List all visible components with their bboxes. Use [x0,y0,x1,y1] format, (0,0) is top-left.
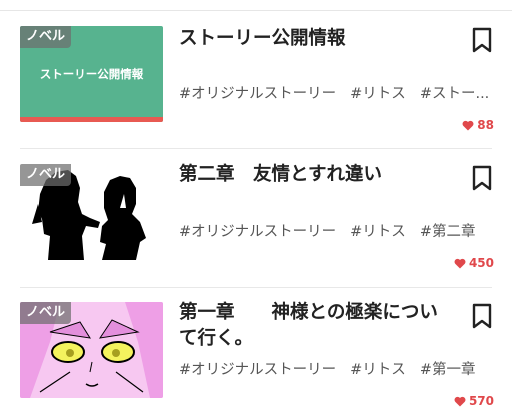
story-thumbnail[interactable]: ストーリー公開情報 ノベル [20,26,163,122]
like-count-value: 88 [477,118,494,132]
tag-list: #オリジナルストーリー #リトス #ストー... [179,82,489,104]
top-divider [0,10,512,11]
like-count-value: 450 [468,256,494,270]
thumbnail-caption: ストーリー公開情報 [39,67,144,81]
tag-link[interactable]: #第一章 [420,358,476,379]
story-title-line: 第一章 神様との極楽につい [179,302,438,323]
tag-list: #オリジナルストーリー #リトス #第一章 [179,358,489,380]
tag-list: #オリジナルストーリー #リトス #第二章 [179,220,489,242]
story-list-item[interactable]: ノベル 第二章 友情とすれ違い #オリジナルストーリー #リトス #第二章 450 [0,150,512,286]
item-divider [20,148,492,149]
story-title-line: て行く。 [179,328,254,349]
heart-icon [454,396,466,406]
bookmark-outline-icon[interactable] [470,302,494,330]
tag-link[interactable]: #オリジナルストーリー [179,82,336,103]
story-title[interactable]: 第二章 友情とすれ違い [179,162,444,188]
story-title[interactable]: 第一章 神様との極楽につい て行く。 [179,300,444,352]
novel-badge: ノベル [20,164,72,186]
story-list-item[interactable]: ノベル 第一章 神様との極楽につい て行く。 #オリジナルストーリー #リトス #第… [0,288,512,419]
heart-icon [462,120,474,130]
story-thumbnail[interactable]: ノベル [20,164,163,260]
tag-link[interactable]: #ストー... [420,82,489,103]
like-count: 570 [454,394,494,408]
like-count: 450 [454,256,494,270]
bookmark-outline-icon[interactable] [470,26,494,54]
like-count: 88 [462,118,494,132]
novel-badge: ノベル [20,302,72,324]
story-title[interactable]: ストーリー公開情報 [179,26,444,52]
tag-link[interactable]: #リトス [350,358,406,379]
tag-link[interactable]: #オリジナルストーリー [179,220,336,241]
heart-icon [454,258,466,268]
tag-link[interactable]: #リトス [350,220,406,241]
tag-link[interactable]: #オリジナルストーリー [179,358,336,379]
like-count-value: 570 [468,394,494,408]
story-thumbnail[interactable]: ノベル [20,302,163,398]
thumbnail-accent-bar [20,117,163,122]
tag-link[interactable]: #リトス [350,82,406,103]
tag-link[interactable]: #第二章 [420,220,476,241]
novel-badge: ノベル [20,26,72,48]
bookmark-outline-icon[interactable] [470,164,494,192]
story-list-item[interactable]: ストーリー公開情報 ノベル ストーリー公開情報 #オリジナルストーリー #リトス #… [0,12,512,148]
